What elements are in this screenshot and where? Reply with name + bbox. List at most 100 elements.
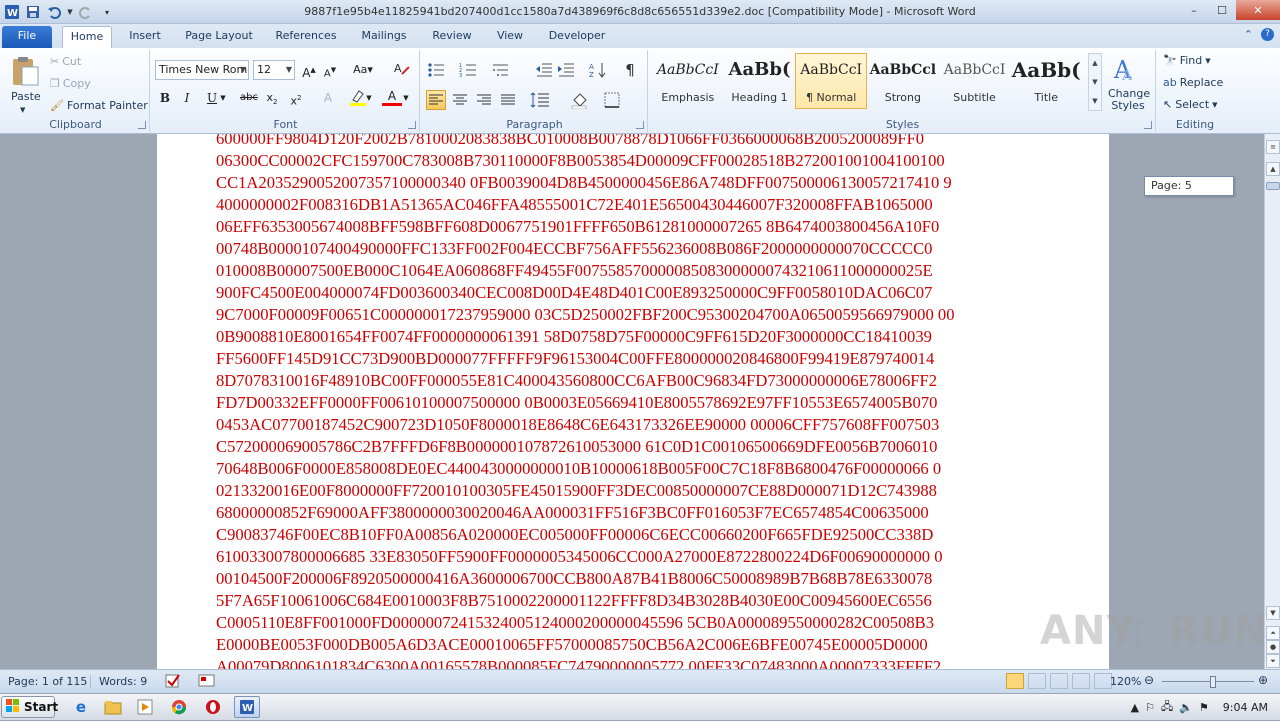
- maximize-button[interactable]: ☐: [1208, 0, 1236, 20]
- document-line[interactable]: C572000069005786C2B7FFFD6F8B000000107872…: [216, 436, 1050, 458]
- paste-icon[interactable]: [8, 54, 42, 88]
- proofing-icon[interactable]: [164, 673, 182, 692]
- select-button[interactable]: ↖ Select ▼: [1163, 98, 1218, 111]
- vertical-scrollbar[interactable]: ≡ ▲ ▼ ⏶ ● ⏷: [1264, 134, 1280, 669]
- clock[interactable]: 9:04 AM: [1223, 701, 1268, 714]
- document-line[interactable]: 8D7078310016F48910BC00FF000055E81C400043…: [216, 370, 1050, 392]
- document-line[interactable]: FD7D00332EFF0000FF00610100007500000 0B00…: [216, 392, 1050, 414]
- style-emphasis[interactable]: AaBbCcI Emphasis: [652, 53, 724, 109]
- customize-qat-icon[interactable]: ▾: [98, 3, 116, 21]
- close-button[interactable]: ✕: [1236, 0, 1280, 20]
- paste-dropdown-icon[interactable]: ▼: [20, 106, 25, 114]
- style-heading-1[interactable]: AaBb( Heading 1: [724, 53, 796, 109]
- next-page-icon[interactable]: ⏷: [1266, 654, 1280, 668]
- document-line[interactable]: C0005110E8FF001000FD00000072415324005124…: [216, 612, 1050, 634]
- action-center-icon[interactable]: ⚐: [1145, 701, 1155, 714]
- increase-indent-icon[interactable]: [556, 60, 576, 80]
- align-center-icon[interactable]: [450, 90, 470, 110]
- change-case-icon[interactable]: Aa▾: [350, 60, 376, 80]
- sort-icon[interactable]: AZ: [588, 60, 608, 80]
- subscript-icon[interactable]: x2: [262, 88, 282, 108]
- document-line[interactable]: 68000000852F69000AFF3800000030020046AA00…: [216, 502, 1050, 524]
- document-line[interactable]: 0453AC07700187452C900723D1050F8000018E86…: [216, 414, 1050, 436]
- styles-up-icon[interactable]: ▲: [1092, 59, 1097, 67]
- shrink-font-icon[interactable]: A▼: [320, 60, 340, 80]
- macro-recording-icon[interactable]: [198, 673, 216, 692]
- highlight-dropdown-icon[interactable]: ▼: [364, 88, 374, 108]
- zoom-out-icon[interactable]: ⊖: [1144, 673, 1154, 687]
- document-line[interactable]: 600000FF9804D120F2002B7810002083838BC010…: [216, 134, 1050, 150]
- justify-icon[interactable]: [498, 90, 518, 110]
- paste-button[interactable]: Paste: [11, 90, 41, 103]
- start-button[interactable]: Start: [1, 696, 58, 718]
- document-line[interactable]: 610033007800006685 33E83050FF5900FF00000…: [216, 546, 1050, 568]
- tab-references[interactable]: References: [268, 26, 344, 48]
- style-subtitle[interactable]: AaBbCcI Subtitle: [939, 53, 1011, 109]
- document-line[interactable]: C90083746F00EC8B10FF0A00856A020000EC0050…: [216, 524, 1050, 546]
- word-app-icon[interactable]: W: [3, 3, 21, 21]
- document-page[interactable]: 600000FF9804D120F2002B7810002083838BC010…: [157, 134, 1109, 669]
- document-line[interactable]: FF5600FF145D91CC73D900BD000077FFFFF9F961…: [216, 348, 1050, 370]
- document-line[interactable]: 900FC4500E004000074FD003600340CEC008D00D…: [216, 282, 1050, 304]
- change-styles-button[interactable]: Change Styles: [1108, 88, 1150, 112]
- word-count-status[interactable]: Words: 9: [90, 675, 147, 688]
- file-explorer-icon[interactable]: [100, 696, 126, 718]
- document-line[interactable]: 010008B00007500EB000C1064EA060868FF49455…: [216, 260, 1050, 282]
- italic-icon[interactable]: I: [177, 88, 197, 108]
- clear-formatting-icon[interactable]: A: [392, 60, 412, 80]
- page-count-status[interactable]: Page: 1 of 115: [8, 675, 87, 688]
- ruler-toggle-icon[interactable]: ≡: [1266, 140, 1280, 154]
- document-line[interactable]: 70648B006F0000E858008DE0EC44004300000000…: [216, 458, 1050, 480]
- minimize-ribbon-icon[interactable]: ⌃: [1244, 28, 1253, 41]
- paragraph-launcher[interactable]: [636, 121, 644, 129]
- network-icon[interactable]: 🖧: [1161, 698, 1173, 717]
- text-effects-icon[interactable]: A: [318, 88, 338, 108]
- font-color-icon[interactable]: A: [382, 86, 402, 106]
- superscript-icon[interactable]: x2: [286, 88, 306, 108]
- document-line[interactable]: 0B9008810E8001654FF0074FF0000000061391 5…: [216, 326, 1050, 348]
- styles-launcher[interactable]: [1144, 121, 1152, 129]
- tab-review[interactable]: Review: [424, 26, 480, 48]
- tab-insert[interactable]: Insert: [120, 26, 170, 48]
- style-normal[interactable]: AaBbCcI ¶ Normal: [795, 53, 868, 109]
- bold-icon[interactable]: B: [155, 88, 175, 108]
- undo-dropdown-icon[interactable]: ▼: [66, 3, 74, 21]
- cut-button[interactable]: ✂ Cut: [50, 55, 81, 68]
- media-player-icon[interactable]: [132, 696, 158, 718]
- tab-view[interactable]: View: [490, 26, 530, 48]
- document-line[interactable]: 9C7000F00009F00651C000000017237959000 03…: [216, 304, 1050, 326]
- shading-icon[interactable]: [570, 90, 590, 110]
- web-layout-icon[interactable]: [1050, 673, 1068, 689]
- document-line[interactable]: E0000BE0053F000DB005A6D3ACE00010065FF570…: [216, 634, 1050, 656]
- outline-view-icon[interactable]: [1072, 673, 1090, 689]
- select-browse-object-icon[interactable]: ●: [1266, 640, 1280, 654]
- redo-icon[interactable]: [77, 3, 95, 21]
- print-layout-view-icon[interactable]: [1006, 673, 1024, 689]
- tab-developer[interactable]: Developer: [542, 26, 612, 48]
- copy-button[interactable]: ❐ Copy: [50, 77, 91, 90]
- tab-file[interactable]: File: [2, 26, 52, 48]
- document-line[interactable]: 00104500F200006F8920500000416A3600006700…: [216, 568, 1050, 590]
- font-launcher[interactable]: [408, 121, 416, 129]
- internet-explorer-icon[interactable]: e: [68, 696, 94, 718]
- zoom-slider-thumb[interactable]: [1210, 676, 1216, 688]
- decrease-indent-icon[interactable]: [534, 60, 554, 80]
- document-line[interactable]: 5F7A65F10061006C684E0010003F8B7510002200…: [216, 590, 1050, 612]
- document-body-text[interactable]: 600000FF9804D120F2002B7810002083838BC010…: [216, 134, 1050, 669]
- multilevel-list-icon[interactable]: [490, 60, 510, 80]
- document-line[interactable]: 00748B0000107400490000FFC133FF002F004ECC…: [216, 238, 1050, 260]
- style-strong[interactable]: AaBbCcl Strong: [867, 53, 939, 109]
- tab-mailings[interactable]: Mailings: [354, 26, 414, 48]
- document-line[interactable]: 06300CC00002CFC159700C783008B730110000F8…: [216, 150, 1050, 172]
- font-color-dropdown-icon[interactable]: ▼: [401, 88, 411, 108]
- zoom-in-icon[interactable]: ⊕: [1258, 673, 1268, 687]
- minimize-button[interactable]: –: [1180, 0, 1208, 20]
- zoom-level[interactable]: 120%: [1110, 675, 1141, 688]
- align-right-icon[interactable]: [474, 90, 494, 110]
- tray-expand-icon[interactable]: ▲: [1131, 701, 1139, 714]
- document-line[interactable]: A00079D8006101834C6300A00165578B000085FC…: [216, 656, 1050, 669]
- volume-icon[interactable]: 🔈: [1179, 701, 1193, 714]
- save-icon[interactable]: [24, 3, 42, 21]
- format-painter-button[interactable]: 🖌 Format Painter: [50, 99, 148, 112]
- tab-page-layout[interactable]: Page Layout: [180, 26, 258, 48]
